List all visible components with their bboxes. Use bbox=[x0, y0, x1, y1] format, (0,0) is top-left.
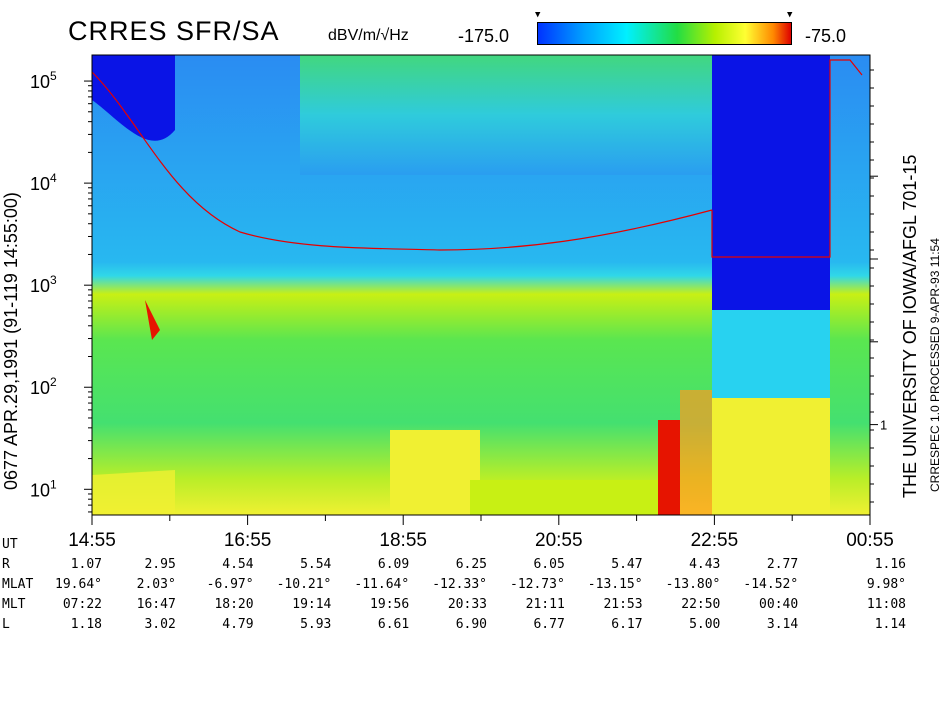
ephemeris-cell: 11:08 bbox=[866, 597, 906, 612]
ut-time-label: 00:55 bbox=[846, 530, 894, 551]
ephemeris-cell: 07:22 bbox=[62, 597, 102, 612]
ut-row-label: UT bbox=[2, 537, 18, 552]
ephemeris-row-label: MLT bbox=[2, 597, 26, 612]
ephemeris-cell: 3.02 bbox=[144, 617, 176, 632]
ephemeris-cell: -13.15° bbox=[587, 577, 643, 592]
ephemeris-cell: 19:14 bbox=[292, 597, 332, 612]
ephemeris-cell: -12.73° bbox=[510, 577, 565, 592]
ephemeris-cell: 4.54 bbox=[222, 557, 254, 572]
ephemeris-cell: 18:20 bbox=[214, 597, 254, 612]
ephemeris-cell: 6.90 bbox=[455, 617, 487, 632]
y-tick-label: 102 bbox=[30, 375, 57, 398]
ephemeris-cell: -10.21° bbox=[276, 577, 332, 592]
ephemeris-cell: 21:11 bbox=[525, 597, 565, 612]
ephemeris-cell: 1.16 bbox=[874, 557, 906, 572]
ephemeris-cell: 00:40 bbox=[759, 597, 799, 612]
ephemeris-cell: 6.77 bbox=[533, 617, 565, 632]
ut-time-label: 18:55 bbox=[379, 530, 427, 551]
ephemeris-cell: 6.09 bbox=[377, 557, 410, 572]
ut-time-label: 16:55 bbox=[223, 530, 272, 551]
ephemeris-cell: 3.14 bbox=[766, 617, 799, 632]
spectrogram-chart: 101 102 103 104 105 1 bbox=[30, 54, 887, 525]
ephemeris-cell: 4.79 bbox=[222, 617, 254, 632]
ephemeris-cell: 21:53 bbox=[603, 597, 643, 612]
ephemeris-cell: 6.25 bbox=[455, 557, 487, 572]
ephemeris-cell: 9.98° bbox=[866, 577, 906, 592]
ut-time-label: 14:55 bbox=[68, 530, 116, 551]
ephemeris-cell: -12.33° bbox=[432, 577, 487, 592]
ut-time-label: 22:55 bbox=[690, 530, 739, 551]
ephemeris-cell: 1.18 bbox=[70, 617, 102, 632]
ephemeris-cell: 6.17 bbox=[611, 617, 643, 632]
ephemeris-cell: -6.97° bbox=[206, 577, 254, 592]
ephemeris-cell: 5.93 bbox=[300, 617, 332, 632]
ephemeris-cell: 6.05 bbox=[533, 557, 565, 572]
ephemeris-cell: 5.00 bbox=[689, 617, 721, 632]
spectrogram-image bbox=[91, 55, 870, 515]
ephemeris-cell: 1.14 bbox=[874, 617, 906, 632]
ephemeris-cell: -14.52° bbox=[743, 577, 799, 592]
y-tick-label: 103 bbox=[30, 273, 57, 296]
ephemeris-cell: 6.61 bbox=[377, 617, 410, 632]
ut-time-label: 20:55 bbox=[535, 530, 583, 551]
ephemeris-cell: 19.64° bbox=[55, 577, 102, 592]
ephemeris-cell: 2.77 bbox=[766, 557, 799, 572]
ephemeris-cell: 4.43 bbox=[689, 557, 721, 572]
y-tick-label: 104 bbox=[30, 171, 57, 194]
ephemeris-row-label: L bbox=[2, 617, 10, 632]
ephemeris-cell: 2.03° bbox=[136, 577, 176, 592]
ephemeris-row-label: R bbox=[2, 557, 10, 572]
ephemeris-cell: 1.07 bbox=[70, 557, 102, 572]
ephemeris-cell: 22:50 bbox=[681, 597, 721, 612]
y-tick-label: 101 bbox=[30, 477, 57, 500]
right-tick-label: 1 bbox=[880, 418, 887, 433]
y-tick-label: 105 bbox=[30, 69, 57, 92]
ephemeris-cell: 20:33 bbox=[447, 597, 487, 612]
ephemeris-cell: 5.54 bbox=[300, 557, 332, 572]
ephemeris-row-label: MLAT bbox=[2, 577, 34, 592]
ephemeris-cell: 2.95 bbox=[144, 557, 176, 572]
ephemeris-cell: 19:56 bbox=[370, 597, 410, 612]
ephemeris-cell: -13.80° bbox=[665, 577, 721, 592]
ephemeris-cell: 5.47 bbox=[611, 557, 643, 572]
ephemeris-cell: -11.64° bbox=[354, 577, 410, 592]
ephemeris-cell: 16:47 bbox=[136, 597, 176, 612]
